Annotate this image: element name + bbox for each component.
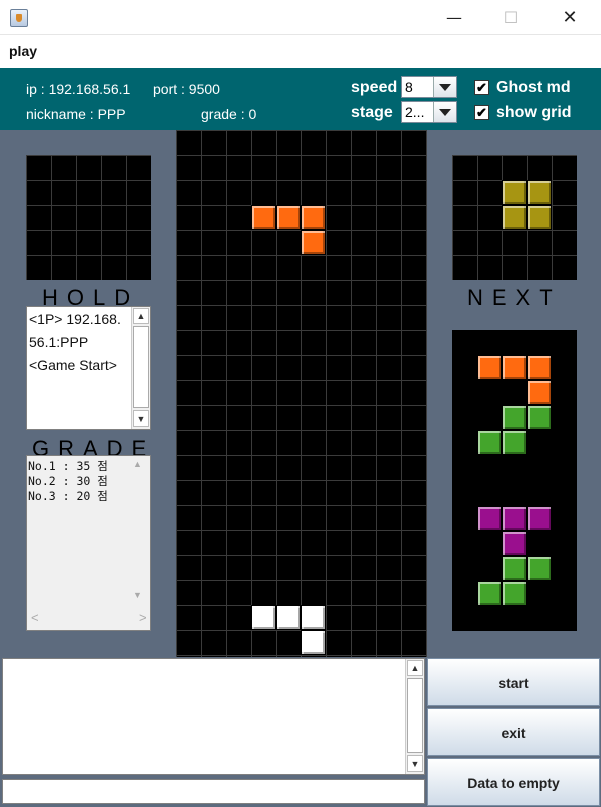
scroll-up-icon[interactable]: ▲ [133, 308, 149, 324]
next-block [527, 205, 552, 230]
queue-block [502, 556, 527, 581]
ghost-block [276, 605, 301, 630]
scroll-left-icon[interactable]: < [31, 610, 39, 625]
next-box [452, 155, 577, 280]
queue-block [477, 581, 502, 606]
queue-block [502, 531, 527, 556]
info-bar: ip : 192.168.56.1 port : 9500 nickname :… [0, 68, 601, 130]
stage-label: stage [351, 104, 393, 121]
port-label: port : 9500 [153, 81, 220, 97]
log-line: <1P> 192.168. [29, 311, 121, 327]
queue-block [527, 355, 552, 380]
game-log[interactable]: <1P> 192.168. 56.1:PPP <Game Start> ▲ ▼ [26, 306, 151, 430]
queue-block [527, 506, 552, 531]
queue-block [502, 430, 527, 455]
grade-entry: No.3 : 20 점 [28, 489, 108, 503]
grid-checkbox[interactable]: ✔ [474, 105, 489, 120]
falling-block [276, 205, 301, 230]
scroll-down-icon[interactable]: ▼ [407, 755, 423, 772]
chevron-down-icon[interactable] [433, 77, 456, 97]
grade-entry: No.1 : 35 점 [28, 459, 108, 473]
falling-block [301, 205, 326, 230]
queue-block [527, 405, 552, 430]
ghost-block [251, 605, 276, 630]
next-block [527, 180, 552, 205]
grade-entries: No.1 : 35 점 No.2 : 30 점 No.3 : 20 점 [28, 459, 108, 504]
log-scrollbar[interactable]: ▲ ▼ [131, 307, 150, 429]
chevron-down-icon[interactable] [433, 102, 456, 122]
speed-label: speed [351, 79, 398, 96]
queue-block [502, 506, 527, 531]
hold-box [26, 155, 151, 280]
queue-block [477, 506, 502, 531]
title-bar: — ☐ ✕ [0, 0, 601, 35]
scroll-up-icon[interactable]: ▲ [407, 660, 423, 676]
queue-block [502, 355, 527, 380]
speed-select[interactable]: 8 [401, 76, 457, 98]
ghost-label: Ghost md [496, 79, 571, 96]
grade-list[interactable]: No.1 : 35 점 No.2 : 30 점 No.3 : 20 점 ▲ ▼ … [26, 455, 151, 631]
scroll-down-icon[interactable]: ▼ [133, 590, 142, 600]
queue-block [477, 430, 502, 455]
ghost-block [301, 605, 326, 630]
queue-block [477, 355, 502, 380]
next-label: NEXT [467, 285, 562, 310]
game-board[interactable] [176, 130, 427, 657]
scroll-up-icon[interactable]: ▲ [133, 459, 142, 469]
java-icon [10, 9, 28, 27]
next-block [502, 180, 527, 205]
stage-select[interactable]: 2... [401, 101, 457, 123]
scroll-right-icon[interactable]: > [139, 610, 147, 625]
log-lines: <1P> 192.168. 56.1:PPP <Game Start> [29, 308, 131, 377]
exit-button[interactable]: exit [427, 708, 600, 756]
ghost-block [301, 630, 326, 655]
start-button[interactable]: start [427, 658, 600, 706]
maximize-button[interactable]: ☐ [481, 0, 541, 35]
next-queue [452, 330, 577, 631]
scroll-thumb[interactable] [407, 678, 423, 753]
queue-block [502, 581, 527, 606]
falling-block [251, 205, 276, 230]
ghost-checkbox[interactable]: ✔ [474, 80, 489, 95]
minimize-button[interactable]: — [424, 0, 484, 35]
queue-block [502, 405, 527, 430]
clear-data-button[interactable]: Data to empty [427, 758, 600, 806]
log-line: 56.1:PPP [29, 334, 89, 350]
falling-block [301, 230, 326, 255]
queue-block [527, 556, 552, 581]
menu-play[interactable]: play [9, 43, 37, 59]
menu-bar: play [0, 35, 601, 68]
stage-value: 2... [405, 104, 425, 120]
next-block [502, 205, 527, 230]
grid-label: show grid [496, 104, 572, 121]
chat-scrollbar[interactable]: ▲ ▼ [405, 659, 424, 774]
nickname-label: nickname : PPP [26, 106, 126, 122]
grade-score-label: grade : 0 [201, 106, 257, 122]
scroll-down-icon[interactable]: ▼ [133, 410, 149, 427]
chat-input[interactable] [2, 779, 425, 804]
grade-entry: No.2 : 30 점 [28, 474, 108, 488]
close-button[interactable]: ✕ [540, 0, 600, 35]
chat-area[interactable]: ▲ ▼ [2, 658, 425, 775]
speed-value: 8 [405, 79, 413, 95]
scroll-thumb[interactable] [133, 326, 149, 408]
log-line: <Game Start> [29, 357, 117, 373]
ip-label: ip : 192.168.56.1 [26, 81, 131, 97]
queue-block [527, 380, 552, 405]
